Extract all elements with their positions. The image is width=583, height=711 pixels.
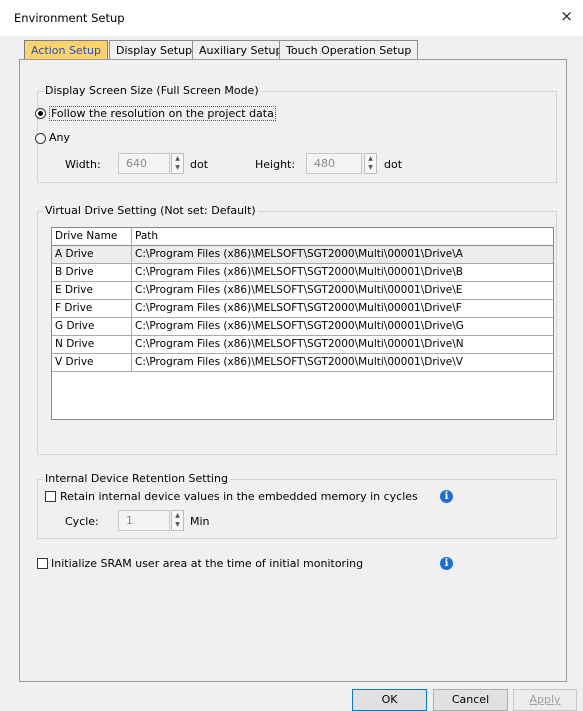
drive-name-cell: B Drive <box>52 264 132 282</box>
path-cell: C:\Program Files (x86)\MELSOFT\SGT2000\M… <box>135 320 464 332</box>
virtual-drive-legend: Virtual Drive Setting (Not set: Default) <box>43 204 258 217</box>
table-row[interactable]: E Drive C:\Program Files (x86)\MELSOFT\S… <box>52 282 553 300</box>
height-spinner[interactable]: ▲ ▼ <box>364 153 377 174</box>
path-cell: C:\Program Files (x86)\MELSOFT\SGT2000\M… <box>135 302 462 314</box>
width-label: Width: <box>65 158 101 171</box>
height-label: Height: <box>255 158 296 171</box>
spin-up-icon[interactable]: ▲ <box>365 154 376 163</box>
spin-up-icon[interactable]: ▲ <box>172 154 183 163</box>
tab-display-setup[interactable]: Display Setup <box>109 40 200 60</box>
path-cell: C:\Program Files (x86)\MELSOFT\SGT2000\M… <box>135 248 463 260</box>
window-title: Environment Setup <box>14 11 125 25</box>
drive-name-cell: N Drive <box>52 336 132 354</box>
spin-down-icon[interactable]: ▼ <box>365 163 376 172</box>
display-size-legend: Display Screen Size (Full Screen Mode) <box>43 84 261 97</box>
spin-down-icon[interactable]: ▼ <box>172 520 183 529</box>
table-row[interactable]: N Drive C:\Program Files (x86)\MELSOFT\S… <box>52 336 553 354</box>
cycle-label: Cycle: <box>65 515 99 528</box>
drive-name-cell: G Drive <box>52 318 132 336</box>
table-row[interactable]: A Drive C:\Program Files (x86)\MELSOFT\S… <box>52 246 553 264</box>
cycle-input[interactable]: 1 <box>118 510 170 531</box>
height-unit: dot <box>384 158 403 171</box>
retention-group <box>37 479 557 539</box>
close-icon[interactable]: × <box>560 7 573 25</box>
table-row[interactable]: G Drive C:\Program Files (x86)\MELSOFT\S… <box>52 318 553 336</box>
tab-touch-operation-setup[interactable]: Touch Operation Setup <box>279 40 419 60</box>
spin-down-icon[interactable]: ▼ <box>172 163 183 172</box>
width-unit: dot <box>190 158 209 171</box>
path-cell: C:\Program Files (x86)\MELSOFT\SGT2000\M… <box>135 266 463 278</box>
drive-name-cell: E Drive <box>52 282 132 300</box>
column-header-path[interactable]: Path <box>132 228 553 246</box>
path-cell: C:\Program Files (x86)\MELSOFT\SGT2000\M… <box>135 338 464 350</box>
initialize-sram-label[interactable]: Initialize SRAM user area at the time of… <box>51 557 363 570</box>
retain-values-label[interactable]: Retain internal device values in the emb… <box>60 490 418 503</box>
initialize-sram-checkbox[interactable] <box>37 558 48 569</box>
any-label[interactable]: Any <box>49 131 70 144</box>
drive-table: Drive Name Path A Drive C:\Program Files… <box>51 227 554 420</box>
path-cell: C:\Program Files (x86)\MELSOFT\SGT2000\M… <box>135 356 463 368</box>
path-cell: C:\Program Files (x86)\MELSOFT\SGT2000\M… <box>135 284 463 296</box>
tab-action-setup[interactable]: Action Setup <box>24 40 108 60</box>
table-row[interactable]: V Drive C:\Program Files (x86)\MELSOFT\S… <box>52 354 553 372</box>
info-icon[interactable]: i <box>440 490 453 503</box>
apply-button[interactable]: Apply <box>513 689 577 711</box>
table-header: Drive Name Path <box>52 228 553 246</box>
height-input[interactable]: 480 <box>306 153 362 174</box>
retain-values-checkbox[interactable] <box>45 491 56 502</box>
drive-name-cell: A Drive <box>52 246 132 264</box>
title-bar: Environment Setup × <box>0 0 583 36</box>
drive-name-cell: F Drive <box>52 300 132 318</box>
follow-resolution-label[interactable]: Follow the resolution on the project dat… <box>49 106 276 121</box>
cycle-unit: Min <box>190 515 210 528</box>
width-input[interactable]: 640 <box>118 153 170 174</box>
any-radio[interactable] <box>35 133 46 144</box>
table-row[interactable]: B Drive C:\Program Files (x86)\MELSOFT\S… <box>52 264 553 282</box>
drive-name-cell: V Drive <box>52 354 132 372</box>
follow-resolution-radio[interactable] <box>35 108 46 119</box>
column-header-drive-name[interactable]: Drive Name <box>52 228 132 246</box>
spin-up-icon[interactable]: ▲ <box>172 511 183 520</box>
retention-legend: Internal Device Retention Setting <box>43 472 230 485</box>
cycle-spinner[interactable]: ▲ ▼ <box>171 510 184 531</box>
tab-auxiliary-setup[interactable]: Auxiliary Setup <box>192 40 290 60</box>
table-row[interactable]: F Drive C:\Program Files (x86)\MELSOFT\S… <box>52 300 553 318</box>
info-icon[interactable]: i <box>440 557 453 570</box>
ok-button[interactable]: OK <box>352 689 427 711</box>
cancel-button[interactable]: Cancel <box>433 689 508 711</box>
width-spinner[interactable]: ▲ ▼ <box>171 153 184 174</box>
display-size-group <box>37 91 557 183</box>
